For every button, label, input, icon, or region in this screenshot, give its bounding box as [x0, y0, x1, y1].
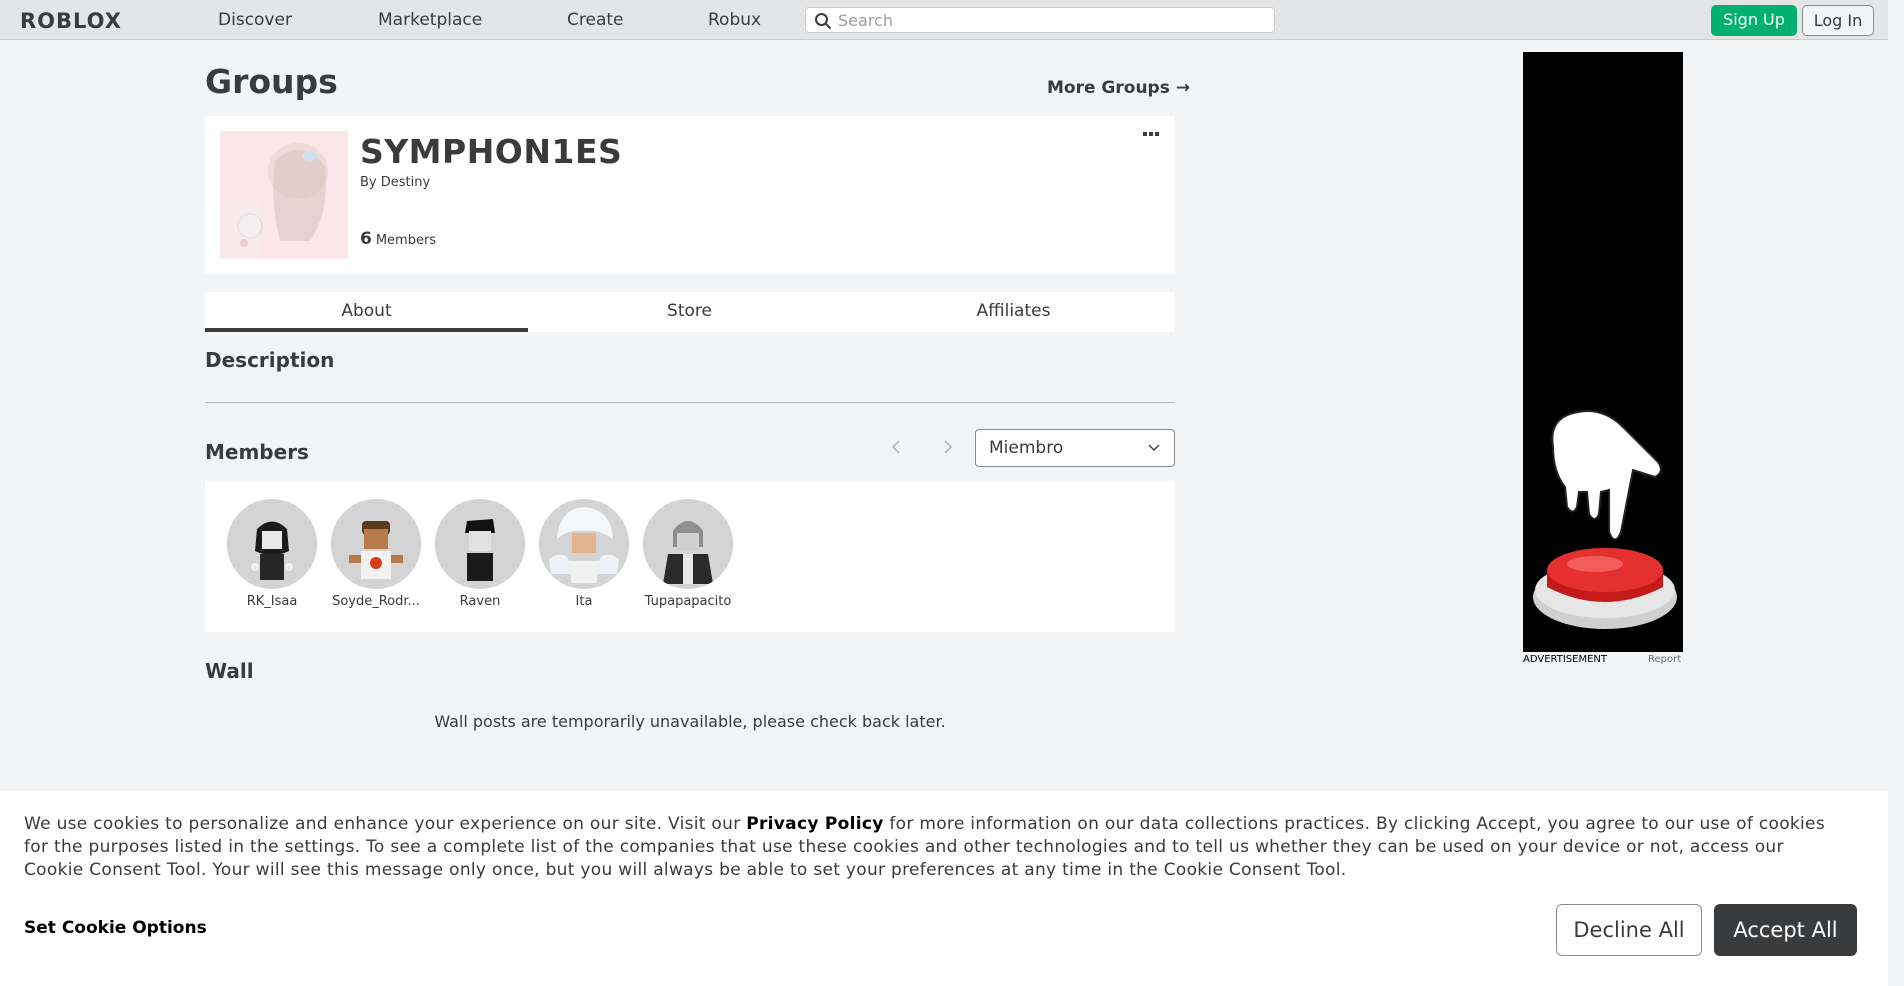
search-icon: [815, 13, 831, 29]
group-tabs: About Store Affiliates: [205, 292, 1175, 332]
cookie-text-before: We use cookies to personalize and enhanc…: [24, 814, 747, 834]
avatar-image: [643, 499, 733, 589]
member-count: 6 Members: [360, 229, 436, 249]
avatar: [331, 499, 421, 589]
members-heading: Members: [205, 440, 309, 464]
advertisement-banner[interactable]: [1523, 52, 1683, 652]
nav-discover[interactable]: Discover: [218, 10, 292, 30]
avatar: [643, 499, 733, 589]
advertisement-label: ADVERTISEMENT: [1523, 654, 1608, 665]
member-name: Soyde_Rodr...: [332, 594, 420, 609]
avatar-image: [227, 499, 317, 589]
log-in-button[interactable]: Log In: [1802, 5, 1874, 36]
page-scrollbar[interactable]: [1888, 0, 1904, 986]
cookie-message: We use cookies to personalize and enhanc…: [24, 813, 1844, 882]
page-title: Groups: [205, 62, 338, 101]
group-owner-line: By Destiny: [360, 175, 430, 190]
group-emblem-art: [220, 131, 348, 259]
nav-create[interactable]: Create: [567, 10, 624, 30]
members-next-page-icon[interactable]: [938, 437, 958, 457]
nav-robux[interactable]: Robux: [708, 10, 761, 30]
chevron-down-icon: [1148, 444, 1160, 451]
group-emblem: [220, 131, 348, 259]
cookie-consent-banner: We use cookies to personalize and enhanc…: [0, 791, 1888, 986]
members-panel: RK_Isaa Soyde_Rodr... Raven Ita Tupapapa…: [205, 481, 1175, 632]
group-header-card: SYMPHON1ES By Destiny 6 Members: [205, 116, 1175, 274]
member-tile[interactable]: Tupapapacito: [636, 499, 740, 609]
avatar: [227, 499, 317, 589]
set-cookie-options-link[interactable]: Set Cookie Options: [24, 918, 207, 938]
more-groups-link[interactable]: More Groups →: [1047, 78, 1190, 98]
member-name: Raven: [459, 594, 501, 609]
search-input[interactable]: [838, 9, 1258, 31]
group-owner-link[interactable]: Destiny: [381, 175, 430, 190]
member-tile[interactable]: RK_Isaa: [220, 499, 324, 609]
ad-button-press-image: [1523, 52, 1683, 652]
tab-about[interactable]: About: [205, 292, 528, 332]
sign-up-button[interactable]: Sign Up: [1711, 5, 1797, 36]
member-name: RK_Isaa: [246, 594, 298, 609]
nav-marketplace[interactable]: Marketplace: [378, 10, 482, 30]
avatar-image: [539, 499, 629, 589]
group-name: SYMPHON1ES: [360, 132, 623, 171]
description-heading: Description: [205, 348, 335, 372]
member-count-label: Members: [375, 233, 437, 248]
members-prev-page-icon[interactable]: [886, 437, 906, 457]
description-divider: [205, 402, 1175, 403]
avatar-image: [435, 499, 525, 589]
by-label: By: [360, 175, 377, 190]
avatar: [539, 499, 629, 589]
member-tile[interactable]: Soyde_Rodr...: [324, 499, 428, 609]
member-tile[interactable]: Raven: [428, 499, 532, 609]
member-tile[interactable]: Ita: [532, 499, 636, 609]
avatar: [435, 499, 525, 589]
privacy-policy-link[interactable]: Privacy Policy: [746, 814, 883, 834]
member-name: Ita: [575, 594, 593, 609]
roblox-logo[interactable]: ROBLOX: [20, 9, 122, 33]
decline-all-button[interactable]: Decline All: [1556, 904, 1702, 956]
wall-unavailable-message: Wall posts are temporarily unavailable, …: [434, 712, 946, 731]
avatar-image: [331, 499, 421, 589]
role-dropdown[interactable]: Miembro: [975, 429, 1175, 467]
ad-report-link[interactable]: Report: [1648, 654, 1681, 665]
wall-heading: Wall: [205, 659, 254, 683]
tab-store[interactable]: Store: [528, 292, 851, 332]
accept-all-button[interactable]: Accept All: [1714, 904, 1857, 956]
search-box[interactable]: [805, 7, 1275, 33]
member-count-number: 6: [360, 229, 372, 249]
top-navigation: ROBLOX Discover Marketplace Create Robux…: [0, 0, 1904, 40]
more-options-icon[interactable]: [1142, 130, 1160, 140]
member-name: Tupapapacito: [644, 594, 732, 609]
tab-affiliates[interactable]: Affiliates: [852, 292, 1175, 332]
role-dropdown-value: Miembro: [989, 438, 1064, 458]
